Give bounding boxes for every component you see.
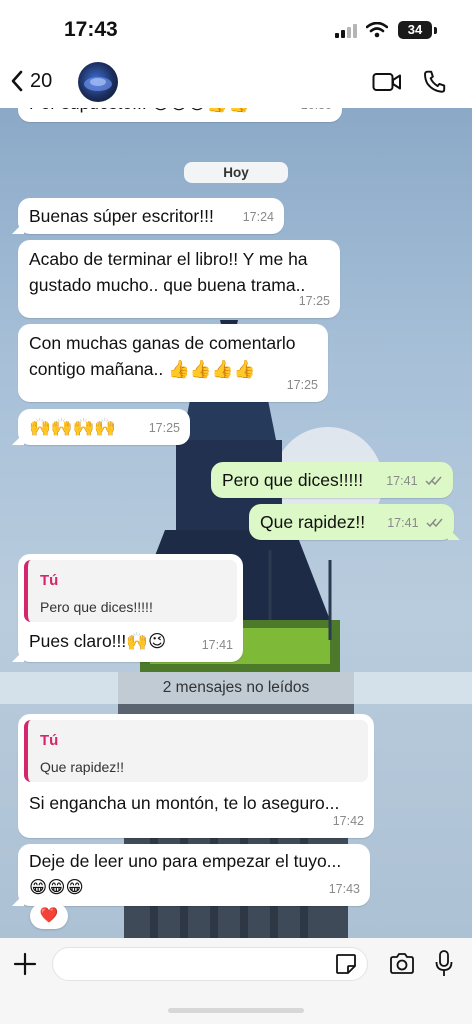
quoted-text: Que rapidez!! [40,759,125,775]
message-bubble-incoming[interactable]: Buenas súper escritor!!! 17:24 [12,198,284,234]
cellular-signal-icon [335,24,357,38]
chat-header: 20 [0,56,472,108]
message-bubble-incoming[interactable]: Deje de leer uno para empezar el tuyo...… [12,844,370,906]
unread-messages-banner: 2 mensajes no leídos [0,672,472,704]
status-time: 17:43 [64,18,118,41]
message-time: 17:25 [298,294,330,308]
camera-icon[interactable] [388,952,416,976]
message-text: Que rapidez!! [260,512,366,532]
microphone-icon[interactable] [434,949,454,979]
date-separator: Hoy [184,162,288,183]
message-text-line1: Con muchas ganas de comentarlo [29,333,296,353]
chevron-left-icon [11,70,23,92]
unread-count: 20 [30,69,53,92]
sticker-icon[interactable] [334,952,358,976]
message-time: 17:41 [387,516,419,530]
back-button[interactable]: 20 [10,64,52,98]
phone-icon[interactable] [422,69,448,95]
home-indicator [168,1008,304,1013]
message-bubble-incoming[interactable]: 🙌🙌🙌🙌 17:25 [12,409,190,445]
message-time: 17:41 [386,474,418,488]
quoted-text: Pero que dices!!!!! [40,599,153,615]
battery-tip [434,27,437,34]
wifi-icon [366,22,388,38]
quoted-author: Tú [40,572,59,589]
message-text-line2: gustado mucho.. que buena trama.. [29,275,306,295]
read-ticks-icon [426,518,443,528]
message-input-container [52,947,368,981]
plus-icon[interactable] [12,951,38,977]
message-time: 17:43 [328,882,360,896]
message-time: 17:24 [242,210,274,224]
avatar-image [84,77,112,91]
quoted-message[interactable]: Tú Pero que dices!!!!! [24,560,237,622]
video-call-icon[interactable] [372,72,402,92]
message-text-line1: Deje de leer uno para empezar el tuyo... [29,851,342,871]
message-time: 17:25 [148,421,180,435]
message-time: 17:25 [286,378,318,392]
message-bubble-incoming-reply[interactable]: Tú Pero que dices!!!!! Pues claro!!!🙌😉 1… [12,554,243,662]
message-text: Si engancha un montón, te lo aseguro... [29,793,340,813]
message-input[interactable] [53,948,323,980]
message-bubble-outgoing[interactable]: Que rapidez!! 17:41 [249,504,460,540]
message-text: Pues claro!!!🙌😉 [29,631,167,651]
status-bar: 17:43 34 [0,0,472,56]
message-time-status: 17:41 [387,510,444,536]
read-ticks-icon [425,476,442,486]
message-text-line2: contigo mañana.. 👍👍👍👍 [29,359,256,379]
message-bubble-outgoing[interactable]: Pero que dices!!!!! 17:41 [211,462,453,498]
message-bubble-incoming-reply[interactable]: Tú Que rapidez!! Si engancha un montón, … [18,714,374,838]
message-text-line1: Acabo de terminar el libro!! Y me ha [29,249,308,269]
heart-reaction[interactable]: ❤️ [30,903,68,929]
message-text-line2: 😁😁😁 [29,877,84,897]
quoted-author: Tú [40,732,59,749]
message-text: 🙌🙌🙌🙌 [29,417,117,437]
quoted-message[interactable]: Tú Que rapidez!! [24,720,368,782]
message-time: 17:41 [201,638,233,652]
message-time: 17:42 [332,814,364,828]
battery-indicator: 34 [398,21,432,39]
message-text: Buenas súper escritor!!! [29,206,214,226]
message-time-status: 17:41 [386,468,443,494]
message-text: Pero que dices!!!!! [222,470,364,490]
message-bubble-incoming[interactable]: Acabo de terminar el libro!! Y me ha gus… [18,240,340,318]
contact-avatar[interactable] [78,62,118,102]
message-bubble-incoming[interactable]: Con muchas ganas de comentarlo contigo m… [18,324,328,402]
